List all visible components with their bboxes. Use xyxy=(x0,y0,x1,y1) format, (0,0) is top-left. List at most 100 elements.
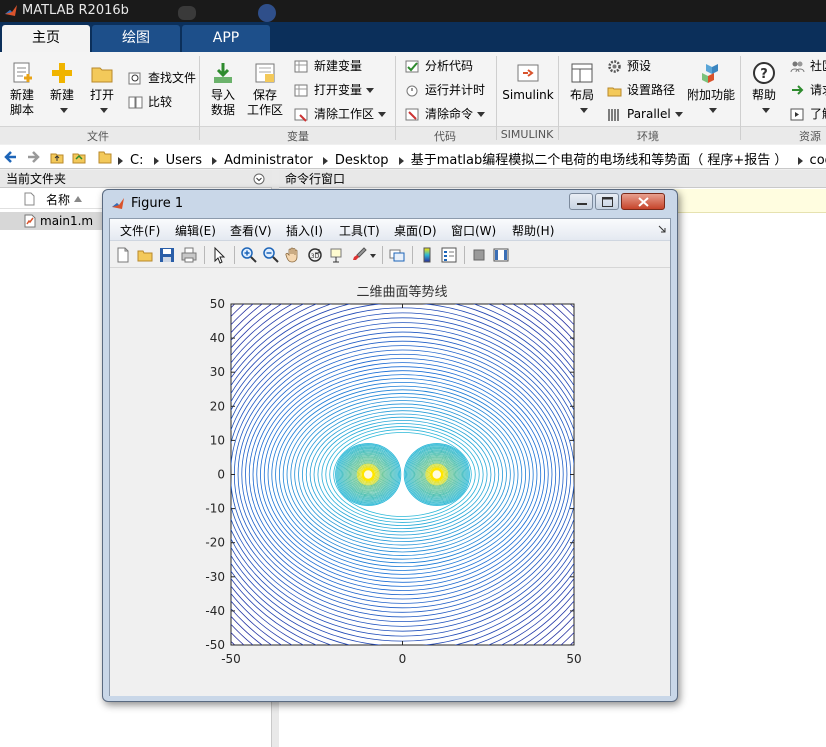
show-plot-tools-icon[interactable] xyxy=(492,246,510,264)
tab-plots[interactable]: 绘图 xyxy=(92,25,180,52)
layout-button[interactable]: 布局 xyxy=(562,54,602,118)
minimize-button[interactable] xyxy=(569,193,593,210)
breadcrumb-item[interactable]: code xyxy=(810,153,826,168)
menu-insert[interactable]: 插入(I) xyxy=(286,222,323,239)
breadcrumb-item[interactable]: Desktop xyxy=(335,153,389,168)
clear-commands-button[interactable]: 清除命令 xyxy=(405,104,486,124)
app-title: MATLAB R2016b xyxy=(22,3,129,18)
zoom-in-icon[interactable] xyxy=(240,246,258,264)
import-data-button[interactable]: 导入 数据 xyxy=(203,54,243,118)
breadcrumb-item[interactable]: C: xyxy=(130,153,143,168)
clear-workspace-label: 清除工作区 xyxy=(314,107,375,121)
chart-title: 二维曲面等势线 xyxy=(356,284,447,300)
browse-folder-icon[interactable] xyxy=(72,150,86,164)
menu-file[interactable]: 文件(F) xyxy=(120,222,160,239)
folder-icon xyxy=(91,67,113,83)
breadcrumb-separator-icon xyxy=(153,156,159,165)
chevron-down-icon[interactable] xyxy=(370,254,376,258)
chevron-down-icon[interactable] xyxy=(477,112,486,117)
back-arrow-icon[interactable] xyxy=(4,150,18,164)
menu-edit[interactable]: 编辑(E) xyxy=(175,222,216,239)
figure-title-bar[interactable]: Figure 1 xyxy=(103,190,677,217)
current-folder-header: 当前文件夹 xyxy=(0,170,272,188)
new-variable-button[interactable]: 新建变量 xyxy=(294,56,362,76)
help-button[interactable]: ? 帮助 xyxy=(744,54,784,118)
request-button[interactable]: 请求 xyxy=(790,80,826,100)
brush-icon[interactable] xyxy=(350,246,368,264)
data-cursor-icon[interactable] xyxy=(328,246,346,264)
toolbar-separator xyxy=(382,246,383,264)
compare-button[interactable]: 比较 xyxy=(128,92,172,112)
new-script-button[interactable]: 新建 脚本 xyxy=(2,54,42,118)
chevron-down-icon[interactable] xyxy=(709,108,717,113)
tab-home[interactable]: 主页 xyxy=(2,25,90,52)
contour-plot[interactable]: 50 40 30 20 10 0 -10 -20 -30 -40 -50-50 0 50 二维曲面等势线 xyxy=(110,269,670,696)
community-button[interactable]: 社区 xyxy=(790,56,826,76)
clear-commands-icon xyxy=(405,108,419,121)
help-icon: ? xyxy=(753,62,775,84)
ribbon-tabs: 主页 绘图 APP xyxy=(0,22,826,52)
save-workspace-button[interactable]: 保存 工作区 xyxy=(245,54,285,118)
clear-workspace-button[interactable]: 清除工作区 xyxy=(294,104,387,124)
sort-ascending-icon xyxy=(74,196,82,202)
find-files-button[interactable]: 查找文件 xyxy=(128,68,196,88)
menu-tools[interactable]: 工具(T) xyxy=(339,222,380,239)
toolbar-separator xyxy=(234,246,235,264)
request-icon xyxy=(792,85,804,95)
new-button[interactable]: 新建 xyxy=(42,54,82,118)
new-script-icon xyxy=(13,62,32,83)
section-label-code: 代码 xyxy=(434,130,456,143)
colorbar-icon[interactable] xyxy=(418,246,436,264)
chevron-down-icon[interactable] xyxy=(762,108,770,113)
menu-window[interactable]: 窗口(W) xyxy=(451,222,496,239)
figure-window[interactable]: Figure 1 文件(F) 编辑(E) 查看(V) 插入(I) 工具(T) 桌… xyxy=(102,189,678,702)
link-plot-icon[interactable] xyxy=(388,246,406,264)
open-button[interactable]: 打开 xyxy=(82,54,122,118)
menu-help[interactable]: 帮助(H) xyxy=(512,222,554,239)
analyze-code-label: 分析代码 xyxy=(425,59,474,73)
simulink-button[interactable]: Simulink xyxy=(502,54,554,103)
panel-menu-icon[interactable] xyxy=(253,173,265,185)
menu-dock-icon[interactable] xyxy=(658,225,666,233)
chevron-down-icon[interactable] xyxy=(366,88,375,93)
chevron-down-icon[interactable] xyxy=(674,112,683,117)
new-figure-icon[interactable] xyxy=(114,246,132,264)
forward-arrow-icon[interactable] xyxy=(26,150,40,164)
x-tick-label: -50 xyxy=(221,652,241,666)
chevron-down-icon[interactable] xyxy=(100,108,108,113)
print-icon[interactable] xyxy=(180,246,198,264)
run-and-time-button[interactable]: 运行并计时 xyxy=(405,80,485,100)
hide-plot-tools-icon[interactable] xyxy=(470,246,488,264)
chevron-down-icon[interactable] xyxy=(580,108,588,113)
open-variable-button[interactable]: 打开变量 xyxy=(294,80,375,100)
menu-view[interactable]: 查看(V) xyxy=(230,222,272,239)
set-path-button[interactable]: 设置路径 xyxy=(607,80,675,100)
maximize-button[interactable] xyxy=(595,193,619,210)
chevron-down-icon[interactable] xyxy=(378,112,387,117)
pan-hand-icon[interactable] xyxy=(284,246,302,264)
parallel-button[interactable]: Parallel xyxy=(607,104,683,124)
zoom-out-icon[interactable] xyxy=(262,246,280,264)
save-icon[interactable] xyxy=(158,246,176,264)
learn-button[interactable]: 了解 xyxy=(790,104,826,124)
preferences-button[interactable]: 预设 xyxy=(607,56,651,76)
breadcrumb-item[interactable]: Administrator xyxy=(224,153,313,168)
section-label-simulink: SIMULINK xyxy=(500,128,554,141)
addons-button[interactable]: 附加功能 xyxy=(686,54,736,118)
pointer-icon[interactable] xyxy=(210,246,228,264)
close-button[interactable] xyxy=(621,193,665,210)
chevron-down-icon[interactable] xyxy=(60,108,68,113)
close-icon xyxy=(638,197,649,207)
up-folder-icon[interactable] xyxy=(50,150,64,164)
breadcrumb-item[interactable]: Users xyxy=(166,153,202,168)
breadcrumb-separator-icon xyxy=(398,156,404,165)
rotate-3d-icon[interactable]: 3D xyxy=(306,246,324,264)
breadcrumb: C: Users Administrator Desktop 基于matlab编… xyxy=(112,149,826,168)
menu-desktop[interactable]: 桌面(D) xyxy=(394,222,437,239)
open-file-icon[interactable] xyxy=(136,246,154,264)
tab-apps[interactable]: APP xyxy=(182,25,270,52)
breadcrumb-item[interactable]: 基于matlab编程模拟二个电荷的电场线和等势面（ 程序+报告 ） xyxy=(411,153,788,168)
analyze-code-button[interactable]: 分析代码 xyxy=(405,56,473,76)
new-script-label: 新建 脚本 xyxy=(9,88,34,117)
legend-icon[interactable] xyxy=(440,246,458,264)
